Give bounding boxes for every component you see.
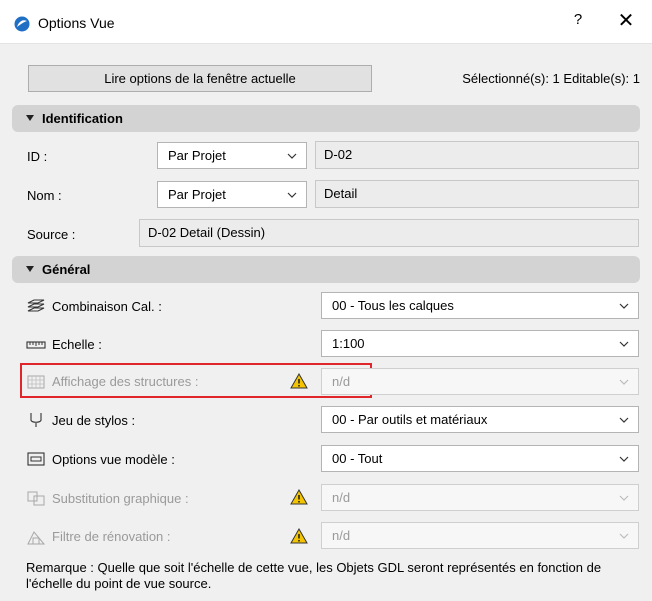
model-view-options-value: 00 - Tout [332, 451, 383, 466]
chevron-down-icon [619, 341, 629, 347]
structure-display-label: Affichage des structures : [52, 374, 199, 389]
pen-icon [30, 413, 42, 427]
id-mode-value: Par Projet [168, 148, 226, 163]
general-section-header[interactable]: Général [12, 256, 640, 283]
scale-label: Echelle : [52, 337, 102, 352]
pen-set-label: Jeu de stylos : [52, 413, 136, 428]
collapse-arrow-icon [26, 266, 34, 272]
renovation-icon [27, 531, 46, 545]
structure-display-value: n/d [332, 374, 351, 389]
collapse-arrow-icon [26, 115, 34, 121]
renovation-filter-select[interactable]: n/d [321, 522, 639, 549]
source-field: D-02 Detail (Dessin) [139, 219, 639, 247]
name-label: Nom : [27, 188, 62, 203]
selection-info: Sélectionné(s): 1 Editable(s): 1 [462, 71, 640, 86]
identification-section-header[interactable]: Identification [12, 105, 640, 132]
app-logo-icon [14, 16, 30, 32]
ruler-icon [26, 341, 46, 349]
pen-set-value: 00 - Par outils et matériaux [332, 412, 488, 427]
layer-combination-select[interactable]: 00 - Tous les calques [321, 292, 639, 319]
pen-set-select[interactable]: 00 - Par outils et matériaux [321, 406, 639, 433]
source-label: Source : [27, 227, 76, 242]
warning-icon [290, 528, 308, 544]
help-button[interactable]: ? [566, 11, 590, 33]
name-value: Detail [324, 186, 358, 201]
source-value: D-02 Detail (Dessin) [148, 225, 266, 240]
warning-icon [290, 373, 308, 389]
graphic-override-select[interactable]: n/d [321, 484, 639, 511]
chevron-down-icon [287, 153, 297, 159]
renovation-filter-label: Filtre de rénovation : [52, 529, 171, 544]
chevron-down-icon [619, 417, 629, 423]
chevron-down-icon [287, 192, 297, 198]
options-vue-dialog: Options Vue ? ✕ Lire options de la fenêt… [0, 0, 652, 601]
id-value: D-02 [324, 147, 353, 162]
id-label: ID : [27, 149, 48, 164]
model-view-options-select[interactable]: 00 - Tout [321, 445, 639, 472]
warning-icon [290, 489, 308, 505]
layers-icon [27, 299, 45, 312]
name-mode-select[interactable]: Par Projet [157, 181, 307, 208]
structure-display-select[interactable]: n/d [321, 368, 639, 395]
section-title: Général [42, 262, 91, 277]
title-bar: Options Vue ? ✕ [0, 0, 652, 44]
model-view-options-label: Options vue modèle : [52, 452, 175, 467]
id-field: D-02 [315, 141, 639, 169]
graphic-override-label: Substitution graphique : [52, 491, 189, 506]
window-title: Options Vue [38, 15, 115, 31]
remark-text: Remarque : Quelle que soit l'échelle de … [26, 560, 602, 591]
chevron-down-icon [619, 303, 629, 309]
layer-combination-value: 00 - Tous les calques [332, 298, 454, 313]
scale-value: 1:100 [332, 336, 365, 351]
chevron-down-icon [619, 379, 629, 385]
chevron-down-icon [619, 456, 629, 462]
scale-select[interactable]: 1:100 [321, 330, 639, 357]
read-current-window-options-button[interactable]: Lire options de la fenêtre actuelle [28, 65, 372, 92]
chevron-down-icon [619, 533, 629, 539]
name-field: Detail [315, 180, 639, 208]
graphic-override-icon [27, 491, 45, 506]
model-view-icon [27, 452, 45, 466]
section-title: Identification [42, 111, 123, 126]
id-mode-select[interactable]: Par Projet [157, 142, 307, 169]
layer-combination-label: Combinaison Cal. : [52, 299, 162, 314]
graphic-override-value: n/d [332, 490, 351, 505]
structure-icon [27, 375, 45, 389]
chevron-down-icon [619, 495, 629, 501]
name-mode-value: Par Projet [168, 187, 226, 202]
renovation-filter-value: n/d [332, 528, 351, 543]
close-button[interactable]: ✕ [612, 9, 640, 35]
